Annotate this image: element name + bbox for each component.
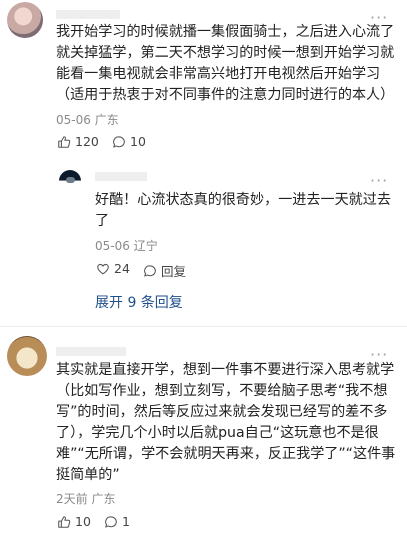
reply-button[interactable]: 回复	[143, 261, 186, 280]
username-redacted[interactable]	[95, 172, 147, 181]
reply-meta: 05-06 辽宁	[95, 237, 158, 254]
comment-date: 2天前	[56, 492, 88, 506]
username-redacted[interactable]	[56, 347, 126, 356]
reply-line: 了	[95, 213, 110, 229]
like-count: 24	[114, 261, 130, 276]
comment-line: （适用于热衷于对不同事件的注意力同时进行的本人）	[56, 87, 395, 103]
comment-line: 难”“无所谓，学不会就明天再来，反正我学了”“这件事	[56, 446, 396, 462]
comment-bubble-icon	[113, 135, 125, 148]
reply-body: 好酷！心流状态真的很奇妙，一进去一天就过去 了	[95, 190, 391, 232]
reply-count: 10	[130, 134, 146, 149]
like-count: 120	[75, 134, 99, 149]
divider	[0, 326, 407, 327]
comment-line: 了），学完几个小时以后就pua自己“这玩意也不是很	[56, 425, 379, 441]
comment-date: 05-06	[56, 113, 91, 127]
like-button[interactable]: 24	[96, 261, 130, 276]
comment-line: （比如写作业，想到立刻写，不要给脑子思考“我不想	[56, 383, 388, 399]
comment-location: 广东	[94, 113, 119, 127]
comment-line: 我开始学习的时候就播一集假面骑士，之后进入心流了	[56, 24, 395, 40]
username-redacted[interactable]	[56, 10, 120, 19]
avatar[interactable]	[7, 336, 47, 376]
comment-line: 能看一集电视就会非常高兴地打开电视然后开始学习	[56, 66, 381, 82]
thumbs-up-icon	[58, 515, 71, 528]
expand-replies-link[interactable]: 展开 9 条回复	[95, 292, 183, 312]
comment-button[interactable]: 1	[104, 514, 130, 529]
comment-bubble-icon	[144, 264, 156, 277]
more-options-icon[interactable]: ···	[370, 347, 388, 363]
comment-line: 就关掉猛学，第二天不想学习的时候一想到开始学习就	[56, 45, 395, 61]
comment-line: 挺简单的”	[56, 467, 120, 483]
comment-button[interactable]: 10	[112, 134, 146, 149]
reply-label: 回复	[161, 264, 187, 279]
comment-bubble-icon	[105, 515, 117, 528]
comment-meta: 2天前 广东	[56, 490, 115, 507]
like-button[interactable]: 120	[57, 134, 99, 149]
like-button[interactable]: 10	[57, 514, 91, 529]
thumbs-up-icon	[58, 135, 71, 148]
reply-location: 辽宁	[133, 239, 158, 253]
comment-meta: 05-06 广东	[56, 111, 119, 128]
heart-icon	[97, 263, 109, 274]
comment-body: 我开始学习的时候就播一集假面骑士，之后进入心流了 就关掉猛学，第二天不想学习的时…	[56, 22, 394, 106]
more-options-icon[interactable]: ···	[370, 173, 388, 189]
like-count: 10	[75, 514, 91, 529]
comment-line: 写”的时间，然后等反应过来就会发现已经写的差不多	[56, 404, 388, 420]
comment-line: 其实就是直接开学，想到一件事不要进行深入思考就学	[56, 362, 395, 378]
reply-count: 1	[122, 514, 130, 529]
reply-date: 05-06	[95, 239, 130, 253]
comment-location: 广东	[91, 492, 116, 506]
avatar[interactable]	[59, 170, 81, 192]
reply-line: 好酷！心流状态真的很奇妙，一进去一天就过去	[95, 192, 391, 208]
comment-body: 其实就是直接开学，想到一件事不要进行深入思考就学 （比如写作业，想到立刻写，不要…	[56, 360, 395, 486]
avatar[interactable]	[7, 2, 43, 38]
